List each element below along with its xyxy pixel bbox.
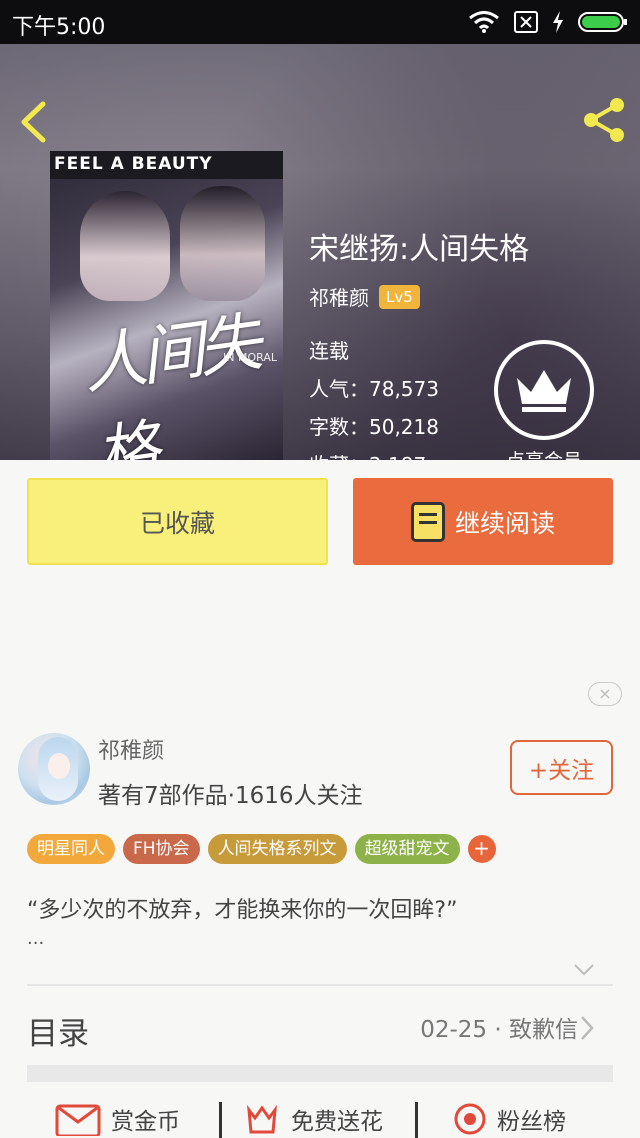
- tag-list: 明星同人 FH协会 人间失格系列文 超级甜宠文 +: [27, 834, 496, 864]
- book-cover[interactable]: FEEL A BEAUTY 人间失格 IN MORAL: [50, 151, 283, 460]
- vip-circle: [494, 340, 594, 440]
- tag-item[interactable]: 超级甜宠文: [354, 834, 460, 864]
- book-word-count: 字数：50,218: [309, 415, 439, 439]
- level-badge: Lv5: [379, 284, 420, 309]
- divider: [27, 984, 613, 986]
- reward-coins-button[interactable]: 赏金币: [55, 1102, 180, 1136]
- crown-icon: [517, 370, 571, 412]
- toc-label[interactable]: 目录: [27, 1008, 89, 1053]
- chevron-right-icon[interactable]: [578, 1015, 596, 1041]
- book-title: 宋继扬:人间失格: [309, 232, 530, 267]
- cover-side-text: IN MORAL: [223, 351, 277, 364]
- divider: [219, 1102, 222, 1138]
- divider: [415, 1102, 418, 1138]
- cover-figure-boy: [180, 186, 265, 301]
- book-status: 连载: [309, 339, 349, 363]
- add-tag-button[interactable]: +: [467, 835, 496, 863]
- reward-coins-label: 赏金币: [111, 1109, 180, 1135]
- follow-button[interactable]: +关注: [510, 740, 613, 795]
- flower-icon: [247, 1104, 277, 1134]
- book-favorites: 收藏：2,187: [309, 446, 439, 460]
- wifi-icon: [469, 11, 499, 33]
- book-header: FEEL A BEAUTY 人间失格 IN MORAL 宋继扬:人间失格 祁稚颜…: [0, 44, 640, 460]
- book-author[interactable]: 祁稚颜: [309, 282, 369, 311]
- section-separator: [27, 1065, 613, 1082]
- status-time: 下午5:00: [12, 15, 106, 40]
- favorited-button[interactable]: 已收藏: [27, 478, 328, 565]
- share-icon[interactable]: [580, 96, 628, 144]
- free-flowers-button[interactable]: 免费送花: [243, 1102, 383, 1136]
- toc-latest-chapter[interactable]: 02-25 · 致歉信: [420, 1010, 578, 1044]
- battery-icon: [578, 12, 627, 32]
- description-ellipsis: ...: [27, 928, 45, 949]
- cover-banner-text: FEEL A BEAUTY: [54, 154, 213, 174]
- avatar-face: [48, 753, 70, 779]
- tag-item[interactable]: FH协会: [123, 834, 200, 864]
- fans-ranking-label: 粉丝榜: [497, 1109, 566, 1135]
- continue-reading-label: 继续阅读: [454, 508, 555, 538]
- book-stats: 连载 人气：78,573 字数：50,218 收藏：2,187: [309, 332, 439, 460]
- cover-figure-girl: [80, 191, 170, 301]
- back-icon[interactable]: [16, 100, 50, 144]
- book-description: “多少次的不放弃，才能换来你的一次回眸?”: [27, 898, 458, 923]
- book-popularity: 人气：78,573: [309, 377, 439, 401]
- continue-reading-button[interactable]: 继续阅读: [353, 478, 613, 565]
- cover-calligraphy: 人间失格: [78, 306, 261, 460]
- vip-label: 点亮会员: [493, 446, 595, 460]
- favorited-label: 已收藏: [139, 508, 215, 538]
- vip-button[interactable]: 点亮会员: [493, 340, 595, 460]
- close-ad-button[interactable]: ×: [588, 682, 622, 706]
- ranking-icon: [454, 1103, 486, 1135]
- red-envelope-icon: [55, 1104, 101, 1136]
- book-icon: [410, 501, 445, 542]
- fans-ranking-button[interactable]: 粉丝榜: [453, 1102, 566, 1136]
- follow-label: +关注: [528, 757, 595, 784]
- book-author-row: 祁稚颜 Lv5: [309, 282, 420, 311]
- status-bar: 下午5:00: [0, 0, 640, 44]
- author-card-meta: 著有7部作品·1616人关注: [98, 783, 363, 809]
- expand-chevron-down-icon[interactable]: [573, 958, 595, 980]
- charging-icon: [553, 11, 563, 33]
- avatar[interactable]: [18, 733, 90, 805]
- free-flowers-label: 免费送花: [291, 1109, 383, 1135]
- no-sim-icon: [514, 11, 538, 33]
- tag-item[interactable]: 人间失格系列文: [207, 834, 347, 864]
- author-card-name[interactable]: 祁稚颜: [98, 733, 164, 765]
- bottom-actions: 赏金币 免费送花 粉丝榜: [27, 1098, 613, 1138]
- tag-item[interactable]: 明星同人: [27, 834, 115, 864]
- status-icons: [468, 10, 628, 34]
